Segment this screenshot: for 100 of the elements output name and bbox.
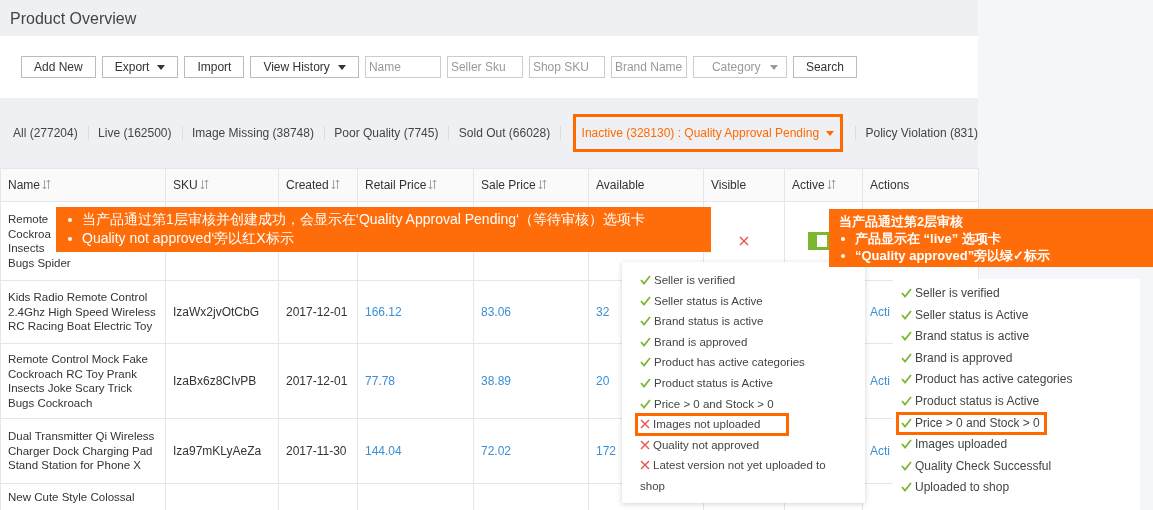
date-text: 2017-12-01 [286, 374, 348, 388]
check-icon [901, 352, 912, 363]
product-name-line: Remote Control Mock Fake [8, 352, 148, 367]
sku-text: IzaBx6z8CIvPB [173, 374, 257, 388]
check-icon [640, 357, 651, 368]
status-tab[interactable]: Sold Out (66028) [458, 126, 551, 140]
price-text: 83.06 [481, 305, 512, 319]
check-icon [901, 331, 912, 342]
check-item-text: Brand status is active [901, 329, 1030, 344]
status-tab[interactable]: Poor Quality (7745) [334, 126, 439, 140]
bullet-dot [68, 217, 72, 222]
filter-field[interactable]: Seller Sku [446, 56, 523, 78]
price-text: 77.78 [365, 374, 396, 388]
filter-field[interactable]: Name [364, 56, 441, 78]
check-icon [640, 295, 651, 306]
column-header: Actions [862, 168, 979, 202]
check-icon [640, 336, 651, 347]
product-name-line: Cockroach RC Toy Prank [8, 366, 137, 381]
check-item-text: Price > 0 and Stock > 0 [640, 397, 774, 410]
stock-count: 32 [596, 305, 610, 319]
check-icon [901, 309, 912, 320]
product-name-line: Cockroa [8, 226, 51, 241]
status-tab[interactable]: Image Missing (38748) [191, 126, 314, 140]
check-icon [640, 316, 651, 327]
check-item-text: Brand is approved [640, 335, 748, 348]
column-header[interactable]: Active [784, 168, 863, 202]
check-item-text: Seller is verified [901, 286, 1000, 300]
check-item-text: Uploaded to shop [901, 480, 1010, 495]
check-item-text: Product status is Active [901, 393, 1040, 408]
check-item-text: Images uploaded [901, 437, 1008, 452]
product-name-line: 2.4Ghz High Speed Wireless [8, 304, 156, 320]
check-item-text: Brand is approved [901, 350, 1013, 365]
product-name-line: Kids Radio Remote Control [8, 290, 148, 305]
product-name-line: RC Racing Boat Electric Toy [8, 319, 153, 334]
column-header[interactable]: Retail Price [357, 168, 474, 202]
check-icon [640, 398, 651, 409]
date-text: 2017-11-30 [286, 444, 347, 458]
column-header: Available [588, 168, 704, 202]
check-icon [901, 417, 912, 428]
sku-text: IzaWx2jvOtCbG [173, 305, 259, 319]
sku-text: Iza97mKLyAeZa [173, 444, 262, 458]
check-item-text: Latest version not yet uploaded to shop [640, 459, 826, 492]
status-tab[interactable]: All (277204) [13, 126, 78, 140]
product-name-line: Insects [8, 241, 45, 256]
action-link[interactable]: Acti [870, 444, 890, 458]
action-link[interactable]: Acti [870, 305, 890, 319]
check-icon [901, 395, 912, 406]
cross-icon [640, 460, 650, 471]
check-item-text: Brand status is active [640, 315, 764, 328]
check-item-text: Images not uploaded [640, 418, 761, 431]
column-header[interactable]: Name [0, 168, 166, 202]
product-name-line: Dual Transmitter Qi Wireless [8, 429, 155, 444]
toolbar-button[interactable]: Add New [21, 56, 96, 78]
product-name-line: Charger Dock Charging Pad [8, 443, 153, 459]
check-item-text: Seller status is Active [640, 294, 763, 307]
search-button[interactable]: Search [792, 56, 857, 78]
column-header: Visible [703, 168, 785, 202]
check-icon [901, 439, 912, 450]
date-text: 2017-12-01 [286, 305, 348, 319]
check-item-text: Quality not approved [640, 438, 760, 451]
status-tab[interactable]: Policy Violation (831) [865, 126, 978, 140]
bullet-dot [841, 236, 845, 241]
check-item-text: Seller is verified [640, 274, 736, 286]
product-name-line: Remote [8, 212, 49, 227]
price-text: 144.04 [365, 444, 402, 458]
toggle-switch[interactable] [808, 232, 830, 250]
bullet-dot [841, 253, 845, 258]
check-icon [640, 377, 651, 388]
page-title: Product Overview [9, 9, 138, 29]
product-name-line: New Cute Style Colossal [8, 490, 135, 505]
callout-text: “Quality approved”旁以绿✓标示 [855, 247, 1051, 264]
filter-field[interactable]: Shop SKU [528, 56, 605, 78]
column-header[interactable]: Created [278, 168, 358, 202]
cross-icon [640, 419, 650, 430]
caret-icon [769, 64, 778, 70]
check-item-text: Product status is Active [640, 376, 773, 389]
check-icon [901, 288, 912, 298]
stock-count: 20 [596, 374, 610, 388]
price-text: 38.89 [481, 374, 512, 388]
callout-text: 产品显示在 “live” 选项卡 [855, 230, 1001, 247]
check-item-text: Product has active categories [640, 356, 805, 369]
filter-field[interactable]: Brand Name [610, 56, 687, 78]
status-tab[interactable]: Live (162500) [98, 126, 172, 140]
product-name-line: Bugs Spider [8, 255, 71, 270]
dropdown-button[interactable]: Export [101, 56, 179, 78]
product-name-line: Stand Station for Phone X [8, 458, 141, 473]
check-item-text: Product has active categories [901, 372, 1073, 387]
column-header[interactable]: Sale Price [473, 168, 589, 202]
cross-icon [640, 439, 650, 450]
check-icon [901, 460, 912, 471]
column-header[interactable]: SKU [165, 168, 279, 202]
price-text: 72.02 [481, 444, 512, 458]
check-item-text: Quality Check Successful [901, 458, 1052, 473]
bullet-dot [68, 236, 72, 241]
callout-title: 当产品通过第2层审核 [839, 213, 965, 230]
toolbar-button[interactable]: Import [184, 56, 245, 78]
dropdown-button[interactable]: View History [250, 56, 359, 78]
product-name-line: Insects Joke Scary Trick [8, 381, 132, 396]
action-link[interactable]: Acti [870, 374, 890, 388]
check-icon [640, 275, 651, 285]
